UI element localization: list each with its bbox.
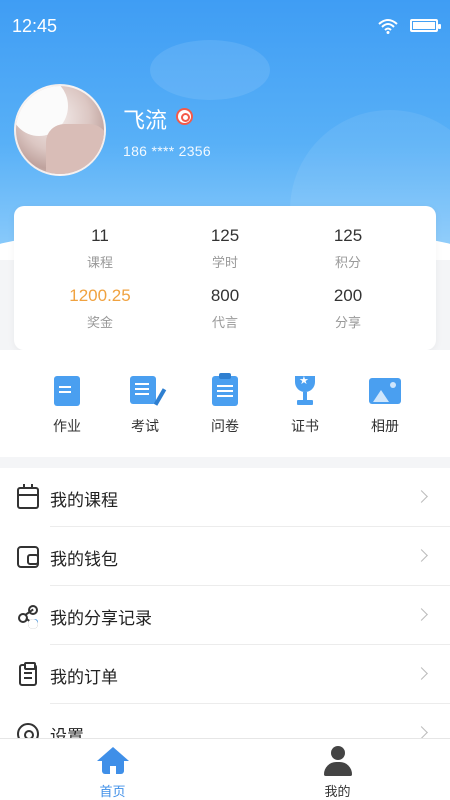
quick-action-label: 考试 xyxy=(131,419,159,435)
user-phone: 186 **** 2356 xyxy=(123,143,211,159)
menu-item-label: 设置 xyxy=(50,727,84,738)
chevron-right-icon xyxy=(415,490,428,503)
quick-action-label: 作业 xyxy=(53,419,81,435)
user-name: 飞流 xyxy=(123,109,168,134)
stat-value: 200 xyxy=(333,286,363,305)
wallet-icon xyxy=(17,546,39,568)
exam-icon xyxy=(128,376,162,408)
menu-item-settings[interactable]: 设置 xyxy=(0,704,450,738)
wifi-icon xyxy=(378,19,398,34)
avatar[interactable] xyxy=(14,84,106,176)
stat-label: 分享 xyxy=(334,316,361,331)
stat-value: 11 xyxy=(91,226,109,245)
menu-list: 我的课程 我的钱包 我的分享记录 我的订单 设置 xyxy=(0,468,450,738)
stat-value: 1200.25 xyxy=(69,286,131,305)
stat-label: 奖金 xyxy=(86,316,113,331)
status-bar: 12:45 xyxy=(0,0,450,52)
homework-icon xyxy=(50,376,84,408)
quick-actions: 作业 考试 问卷 证书 相册 xyxy=(0,350,450,457)
stat-label: 课程 xyxy=(86,256,113,271)
survey-icon xyxy=(208,373,242,408)
stat-points[interactable]: 125 积分 xyxy=(278,226,418,271)
stat-shares[interactable]: 200 分享 xyxy=(278,286,418,331)
tab-home[interactable]: 首页 xyxy=(0,739,225,800)
menu-item-label: 我的钱包 xyxy=(50,550,118,570)
stat-label: 积分 xyxy=(334,256,361,271)
battery-icon xyxy=(410,19,441,32)
stat-value: 125 xyxy=(210,226,240,245)
chevron-right-icon xyxy=(415,608,428,621)
home-icon xyxy=(97,747,129,775)
quick-action-album[interactable]: 相册 xyxy=(340,376,430,436)
tab-label: 我的 xyxy=(324,785,351,800)
stat-courses[interactable]: 11 课程 xyxy=(30,226,170,271)
status-time: 12:45 xyxy=(12,16,58,36)
stat-bonus[interactable]: 1200.25 奖金 xyxy=(30,286,170,331)
tab-label: 首页 xyxy=(99,785,126,800)
quick-action-label: 证书 xyxy=(291,419,319,435)
clipboard-icon xyxy=(19,662,37,686)
share-icon xyxy=(17,605,39,627)
chevron-right-icon xyxy=(415,667,428,680)
tab-mine[interactable]: 我的 xyxy=(225,739,450,800)
quick-action-label: 问卷 xyxy=(211,419,239,435)
quick-action-homework[interactable]: 作业 xyxy=(22,376,112,436)
quick-action-certificate[interactable]: 证书 xyxy=(260,374,350,436)
quick-action-survey[interactable]: 问卷 xyxy=(180,373,270,436)
menu-item-my-courses[interactable]: 我的课程 xyxy=(0,468,450,527)
calendar-icon xyxy=(17,484,39,509)
stat-value: 125 xyxy=(333,226,363,245)
menu-item-my-wallet[interactable]: 我的钱包 xyxy=(0,527,450,586)
stats-card: 11 课程 125 学时 125 积分 1200.25 奖金 800 代言 20… xyxy=(14,206,436,350)
quick-action-label: 相册 xyxy=(371,419,399,435)
menu-item-my-orders[interactable]: 我的订单 xyxy=(0,645,450,704)
menu-item-label: 我的分享记录 xyxy=(50,609,152,629)
album-icon xyxy=(368,376,402,408)
verified-badge-icon xyxy=(176,108,193,125)
gear-icon xyxy=(17,723,39,738)
chevron-right-icon xyxy=(415,549,428,562)
chevron-right-icon xyxy=(415,726,428,738)
menu-item-share-history[interactable]: 我的分享记录 xyxy=(0,586,450,645)
user-icon xyxy=(322,745,354,777)
stat-hours[interactable]: 125 学时 xyxy=(155,226,295,271)
stat-value: 800 xyxy=(210,286,240,305)
quick-action-exam[interactable]: 考试 xyxy=(100,376,190,436)
bottom-tab-bar: 首页 我的 xyxy=(0,738,450,800)
menu-item-label: 我的订单 xyxy=(50,668,118,688)
menu-item-label: 我的课程 xyxy=(50,491,118,511)
stat-label: 代言 xyxy=(211,316,238,331)
stat-label: 学时 xyxy=(211,256,238,271)
trophy-icon xyxy=(288,374,322,408)
stat-endorsement[interactable]: 800 代言 xyxy=(155,286,295,331)
